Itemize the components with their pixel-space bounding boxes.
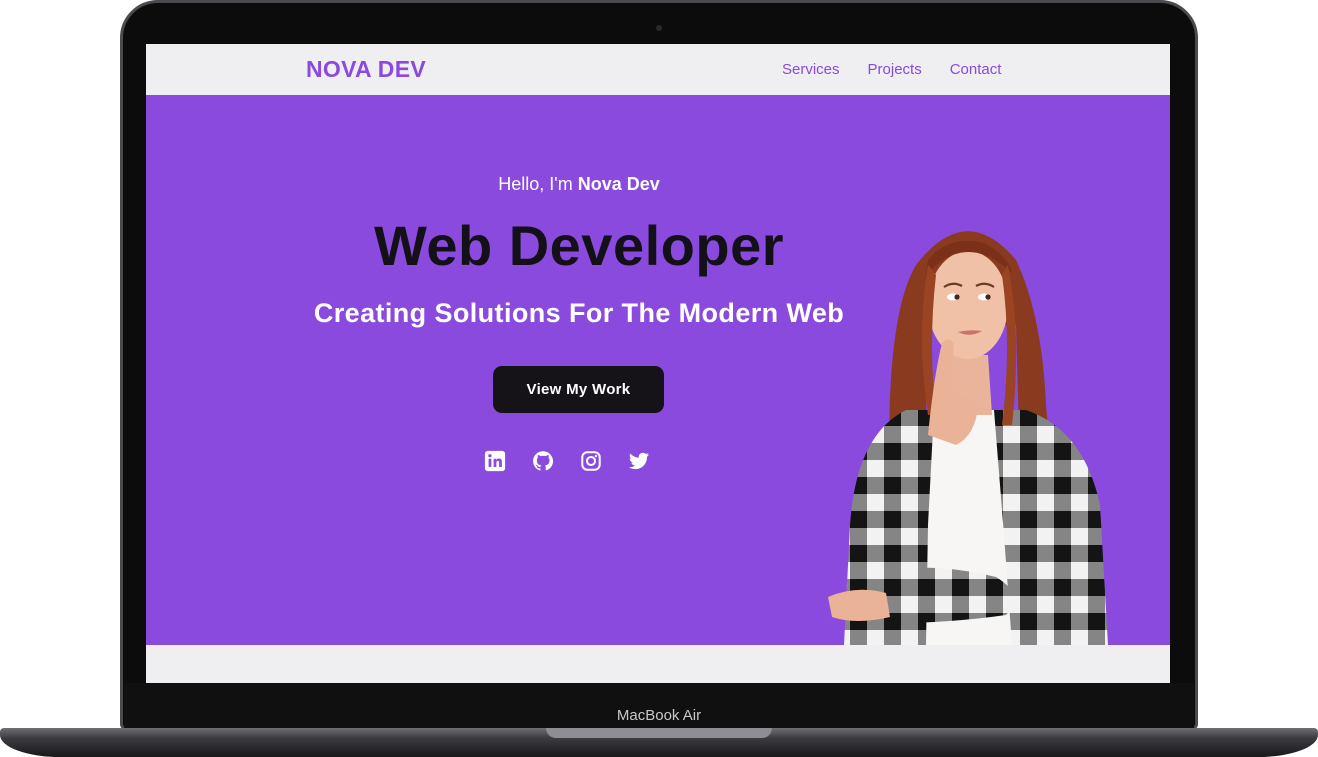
linkedin-icon[interactable]	[484, 450, 506, 472]
twitter-icon[interactable]	[628, 450, 650, 472]
view-my-work-button[interactable]: View My Work	[493, 366, 664, 413]
instagram-icon[interactable]	[580, 450, 602, 472]
hero-section: Hello, I'm Nova Dev Web Developer Creati…	[146, 95, 1170, 645]
navbar: NOVA DEV Services Projects Contact	[146, 44, 1170, 95]
device-model-label: MacBook Air	[616, 707, 702, 724]
developer-portrait	[828, 231, 1108, 645]
social-links	[484, 450, 650, 472]
nav-links: Services Projects Contact	[782, 61, 1001, 78]
footer-strip	[146, 645, 1170, 683]
webcam	[656, 25, 662, 31]
github-icon[interactable]	[532, 450, 554, 472]
nav-link-projects[interactable]: Projects	[868, 61, 922, 78]
laptop-base-notch	[546, 728, 772, 738]
nav-link-contact[interactable]: Contact	[950, 61, 1002, 78]
hero-greeting: Hello, I'm Nova Dev	[146, 174, 1012, 195]
laptop-screen: NOVA DEV Services Projects Contact Hello…	[146, 44, 1170, 683]
greeting-prefix: Hello, I'm	[498, 174, 578, 194]
nav-link-services[interactable]: Services	[782, 61, 840, 78]
brand-logo[interactable]: NOVA DEV	[306, 56, 426, 83]
greeting-name: Nova Dev	[577, 174, 660, 194]
